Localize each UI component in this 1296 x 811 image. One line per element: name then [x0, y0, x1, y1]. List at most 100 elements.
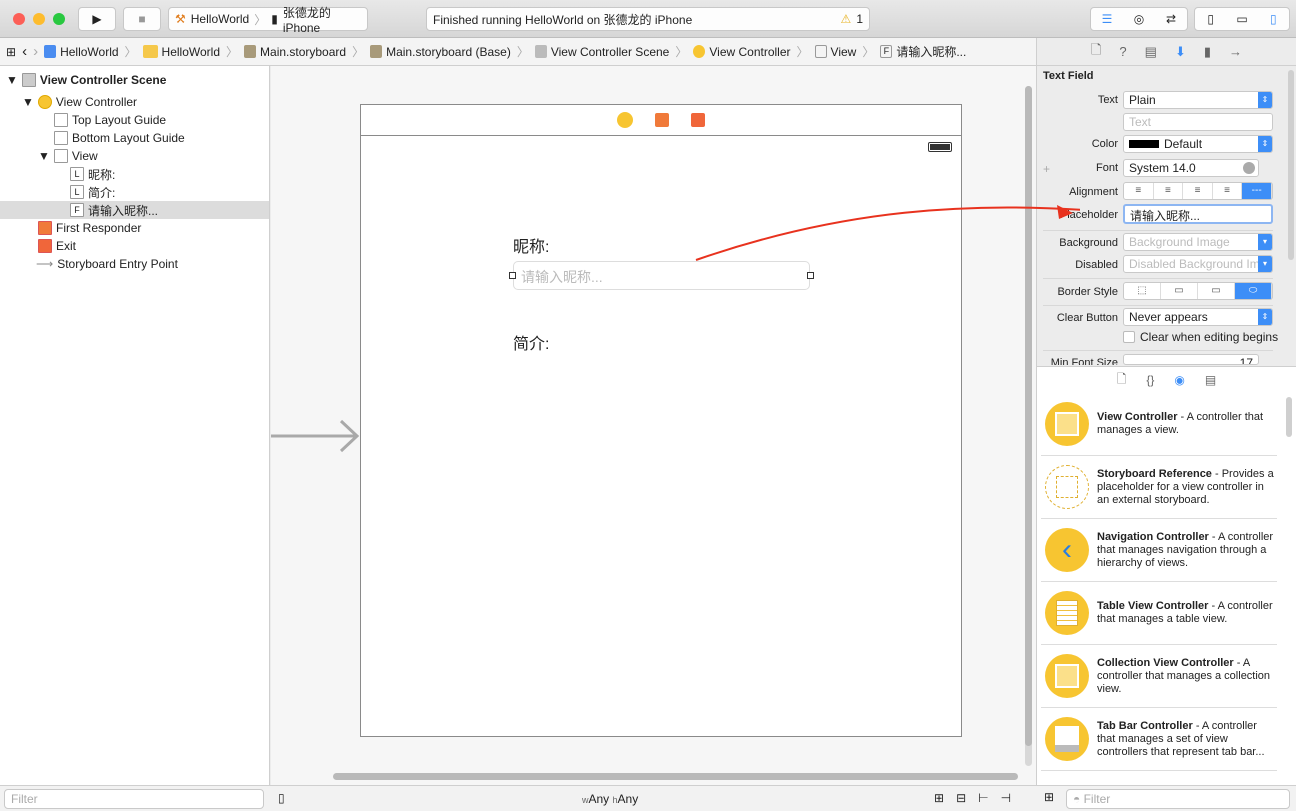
- attributes-inspector-icon[interactable]: ⬇: [1175, 44, 1186, 60]
- library-item[interactable]: Storyboard Reference - Provides a placeh…: [1041, 456, 1277, 519]
- close-window-button[interactable]: [13, 13, 25, 25]
- assistant-editor-icon[interactable]: ◎: [1123, 12, 1155, 26]
- file-template-icon[interactable]: 🗋: [1117, 370, 1127, 391]
- zoom-window-button[interactable]: [53, 13, 65, 25]
- breadcrumb-text-field[interactable]: F 请输入昵称...: [880, 43, 966, 60]
- toggle-outline-icon[interactable]: ▯: [278, 791, 285, 805]
- text-input[interactable]: Text: [1123, 113, 1273, 131]
- align-center-icon[interactable]: ≡: [1154, 183, 1184, 199]
- resize-handle-left[interactable]: [509, 272, 516, 279]
- color-popup[interactable]: Default ⇕: [1123, 135, 1273, 153]
- align-left-icon[interactable]: ≡: [1124, 183, 1154, 199]
- breadcrumb-storyboard[interactable]: Main.storyboard: [244, 45, 346, 59]
- file-inspector-icon[interactable]: 🗋: [1091, 41, 1101, 63]
- version-editor-icon[interactable]: ⇄: [1155, 12, 1187, 26]
- outline-item-text-field[interactable]: F 请输入昵称...: [70, 201, 158, 219]
- stop-button[interactable]: ■: [123, 7, 161, 31]
- related-items-icon[interactable]: ⊞: [6, 45, 16, 59]
- debug-toggle-icon[interactable]: ▭: [1226, 12, 1257, 26]
- scheme-selector[interactable]: ⚒ HelloWorld 〉 ▮ 张德龙的 iPhone: [168, 6, 368, 35]
- library-item[interactable]: ‹ Navigation Controller - A controller th…: [1041, 519, 1277, 582]
- help-inspector-icon[interactable]: ?: [1119, 44, 1126, 59]
- forward-icon[interactable]: ›: [33, 43, 38, 60]
- size-class-control[interactable]: wAny hAny: [582, 792, 638, 806]
- outline-label: Exit: [56, 239, 77, 253]
- library-scrollbar[interactable]: [1286, 397, 1292, 437]
- editor-mode-control[interactable]: ☰ ◎ ⇄: [1090, 7, 1188, 31]
- resize-handle-right[interactable]: [807, 272, 814, 279]
- border-none-icon[interactable]: ⬚: [1124, 283, 1161, 299]
- font-picker-icon[interactable]: [1243, 162, 1255, 174]
- outline-item-exit[interactable]: Exit: [38, 237, 76, 255]
- size-inspector-icon[interactable]: ▮: [1204, 44, 1211, 60]
- placeholder-input[interactable]: 请输入昵称...: [1123, 204, 1273, 224]
- breadcrumb-scene[interactable]: View Controller Scene: [534, 45, 669, 59]
- breadcrumb-view-controller[interactable]: View Controller: [693, 45, 791, 59]
- outline-item-scene[interactable]: ▼ View Controller Scene: [6, 71, 166, 89]
- run-button[interactable]: ▶: [78, 7, 116, 31]
- outline-item-intro-label[interactable]: L 简介:: [70, 183, 115, 201]
- resolve-issues-icon[interactable]: ⊣: [1001, 791, 1011, 805]
- grid-view-icon[interactable]: ⊞: [1044, 790, 1054, 804]
- code-snippet-icon[interactable]: {}: [1146, 373, 1154, 387]
- outline-item-nickname-label[interactable]: L 昵称:: [70, 165, 115, 183]
- clear-button-popup[interactable]: Never appears ⇕: [1123, 308, 1273, 326]
- border-style-control[interactable]: ⬚ ▭ ▭ ⬭: [1123, 282, 1273, 300]
- navigator-toggle-icon[interactable]: ▯: [1195, 12, 1226, 26]
- library-filter-input[interactable]: ◓ Filter: [1066, 789, 1290, 809]
- checkbox-box[interactable]: [1123, 331, 1135, 343]
- object-library-icon[interactable]: ◉: [1174, 373, 1184, 387]
- entry-point-arrow[interactable]: [271, 419, 360, 453]
- standard-editor-icon[interactable]: ☰: [1091, 12, 1123, 26]
- panel-toggle-control[interactable]: ▯ ▭ ▯: [1194, 7, 1290, 31]
- embed-in-stack-icon[interactable]: ⊞: [934, 791, 944, 805]
- outline-item-top-layout-guide[interactable]: Top Layout Guide: [54, 111, 166, 129]
- minimize-window-button[interactable]: [33, 13, 45, 25]
- toolbar: ▶ ■ ⚒ HelloWorld 〉 ▮ 张德龙的 iPhone Finished ru…: [0, 0, 1296, 38]
- align-right-icon[interactable]: ≡: [1183, 183, 1213, 199]
- border-line-icon[interactable]: ▭: [1161, 283, 1198, 299]
- library-item[interactable]: Table View Controller - A controller tha…: [1041, 582, 1277, 645]
- breadcrumb-folder[interactable]: HelloWorld: [142, 45, 220, 59]
- back-icon[interactable]: ‹: [22, 43, 27, 60]
- first-responder-icon[interactable]: [655, 113, 669, 127]
- disabled-image-combo[interactable]: Disabled Background Image ▾: [1123, 255, 1273, 273]
- outline-item-bottom-layout-guide[interactable]: Bottom Layout Guide: [54, 129, 185, 147]
- outline-item-view[interactable]: ▼ View: [38, 147, 98, 165]
- warning-icon[interactable]: ⚠: [841, 12, 852, 26]
- pin-icon[interactable]: ⊢: [978, 791, 988, 805]
- connections-inspector-icon[interactable]: →: [1229, 44, 1242, 59]
- view-controller-icon[interactable]: [617, 112, 633, 128]
- outline-filter-input[interactable]: Filter: [4, 789, 264, 809]
- text-type-popup[interactable]: Plain ⇕: [1123, 91, 1273, 109]
- clear-when-editing-checkbox[interactable]: Clear when editing begins: [1123, 330, 1278, 344]
- breadcrumb-view[interactable]: View: [814, 45, 856, 59]
- folder-icon: [142, 45, 158, 58]
- border-rounded-icon[interactable]: ⬭: [1235, 283, 1272, 299]
- align-icon[interactable]: ⊟: [956, 791, 966, 805]
- inspector-scrollbar[interactable]: [1288, 70, 1294, 260]
- outline-item-first-responder[interactable]: First Responder: [38, 219, 141, 237]
- horizontal-scrollbar[interactable]: [333, 773, 1018, 780]
- identity-inspector-icon[interactable]: ▤: [1145, 44, 1157, 60]
- align-justify-icon[interactable]: ≡: [1213, 183, 1243, 199]
- breadcrumb-project[interactable]: HelloWorld: [44, 45, 119, 59]
- media-library-icon[interactable]: ▤: [1205, 373, 1216, 387]
- nickname-label[interactable]: 昵称:: [513, 233, 549, 257]
- breadcrumb-storyboard-base[interactable]: Main.storyboard (Base): [370, 45, 511, 59]
- add-variation-icon[interactable]: +: [1043, 162, 1050, 176]
- outline-item-entry-point[interactable]: ⟶ Storyboard Entry Point: [36, 255, 178, 273]
- outline-item-view-controller[interactable]: ▼ View Controller: [22, 93, 137, 111]
- intro-label[interactable]: 简介:: [513, 330, 549, 354]
- alignment-control[interactable]: ≡ ≡ ≡ ≡ ---: [1123, 182, 1273, 200]
- utilities-toggle-icon[interactable]: ▯: [1258, 12, 1289, 26]
- exit-icon[interactable]: [691, 113, 705, 127]
- border-bezel-icon[interactable]: ▭: [1198, 283, 1235, 299]
- library-item[interactable]: Tab Bar Controller - A controller that m…: [1041, 708, 1277, 771]
- background-image-combo[interactable]: Background Image ▾: [1123, 233, 1273, 251]
- min-font-size-field[interactable]: 17: [1123, 354, 1259, 365]
- font-field[interactable]: System 14.0: [1123, 159, 1259, 177]
- library-item[interactable]: Collection View Controller - A controlle…: [1041, 645, 1277, 708]
- library-item[interactable]: View Controller - A controller that mana…: [1041, 393, 1277, 456]
- align-natural-icon[interactable]: ---: [1242, 183, 1272, 199]
